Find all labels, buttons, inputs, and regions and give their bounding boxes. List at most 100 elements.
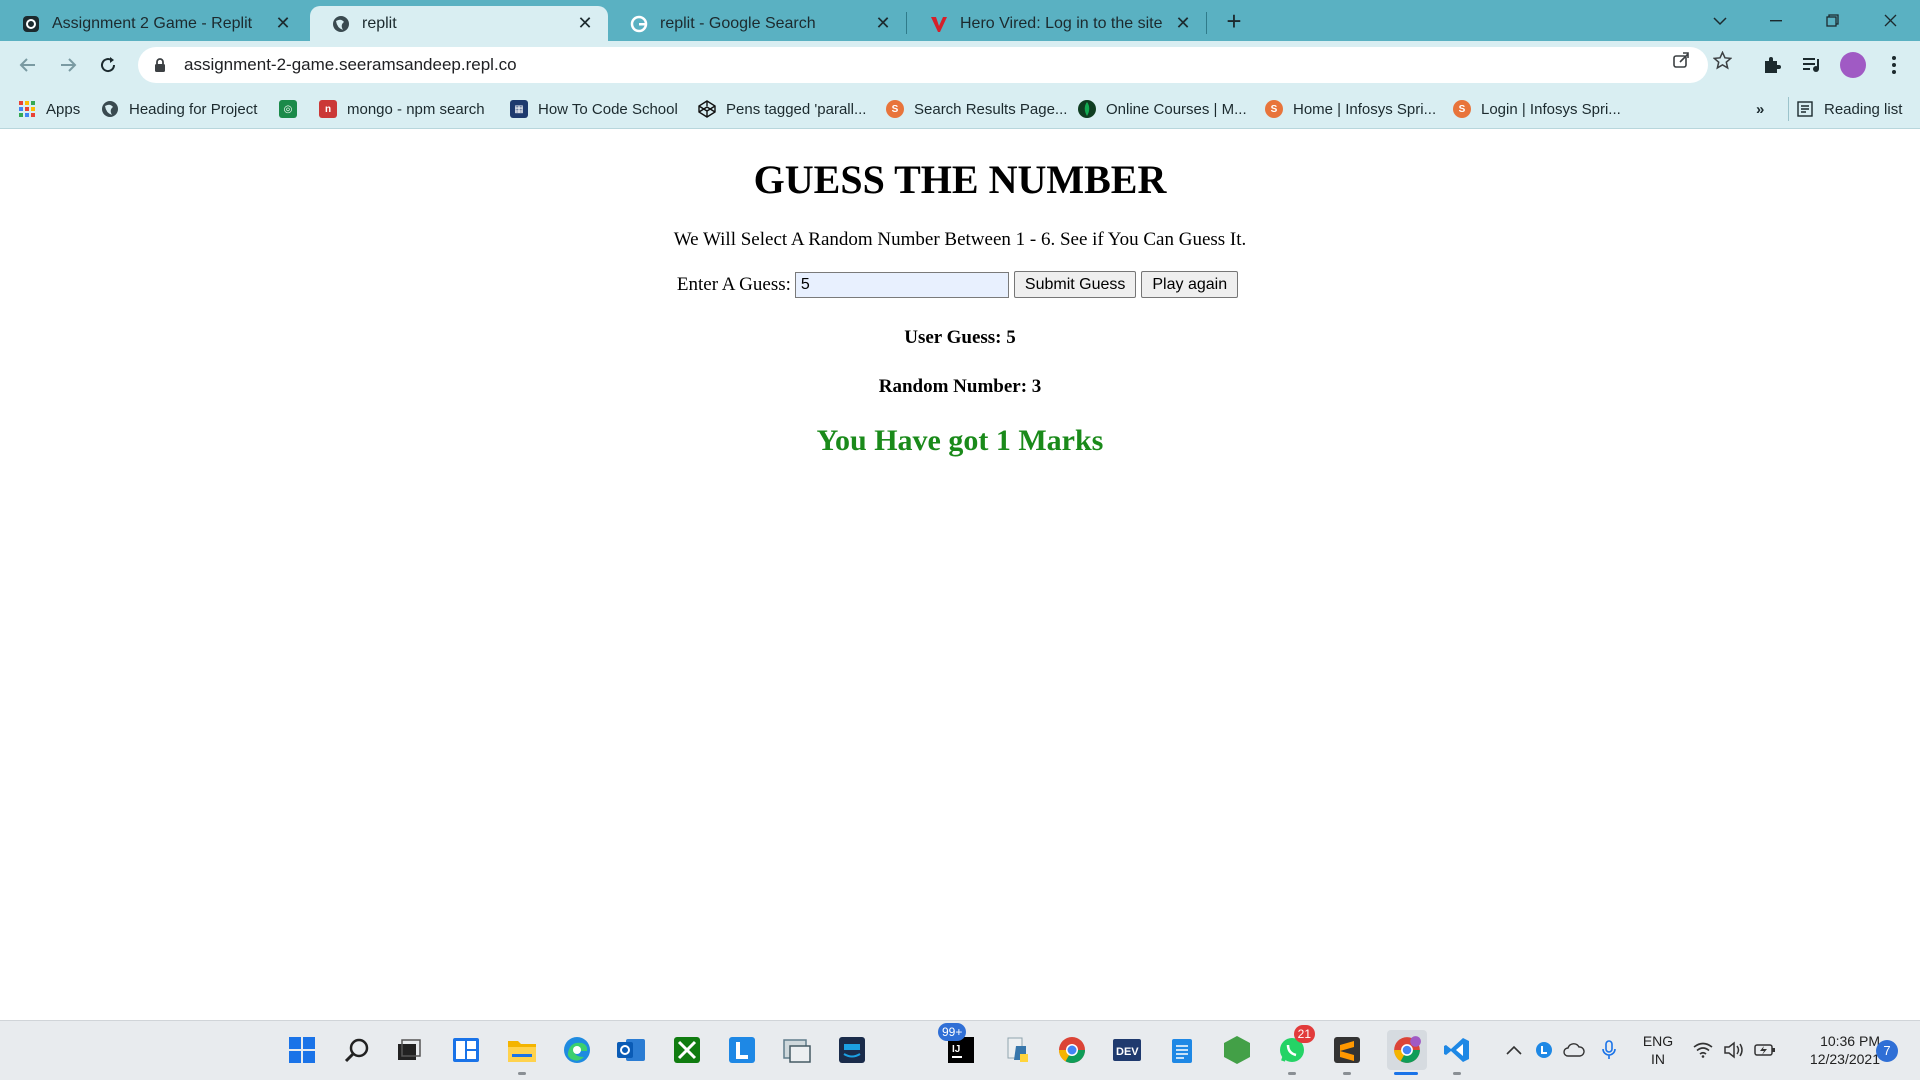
microphone-icon[interactable] bbox=[1598, 1039, 1620, 1061]
extensions-icon[interactable] bbox=[1760, 53, 1784, 77]
reload-icon[interactable] bbox=[92, 49, 124, 81]
outlook-icon[interactable] bbox=[616, 1035, 646, 1065]
npm-icon: n bbox=[319, 100, 337, 118]
media-control-icon[interactable] bbox=[1800, 53, 1824, 77]
file-explorer-icon[interactable] bbox=[507, 1035, 537, 1065]
tab-separator bbox=[906, 12, 907, 34]
google-icon bbox=[630, 15, 648, 33]
wifi-icon[interactable] bbox=[1692, 1039, 1714, 1061]
bookmark-online-courses[interactable]: Online Courses | M... bbox=[1078, 97, 1247, 121]
back-icon[interactable] bbox=[12, 49, 44, 81]
close-tab-icon[interactable]: ✕ bbox=[272, 13, 294, 35]
bookmarks-overflow-button[interactable]: » bbox=[1756, 97, 1764, 121]
notepad-icon[interactable] bbox=[1167, 1035, 1197, 1065]
battery-icon[interactable] bbox=[1754, 1039, 1776, 1061]
reading-list-button[interactable]: Reading list bbox=[1796, 97, 1902, 121]
mongodb-icon bbox=[1078, 100, 1096, 118]
notification-count-badge[interactable]: 7 bbox=[1876, 1040, 1898, 1062]
bookmark-login-infosys[interactable]: S Login | Infosys Spri... bbox=[1453, 97, 1621, 121]
whatsapp-icon[interactable]: 21 bbox=[1277, 1025, 1315, 1065]
tab-search-icon[interactable] bbox=[1692, 0, 1748, 41]
running-indicator bbox=[1453, 1072, 1461, 1075]
windows-taskbar: IJ 99+ DEV 21 ENG IN 10:36 PM 12/23/2021… bbox=[0, 1020, 1920, 1080]
profile-avatar[interactable] bbox=[1840, 52, 1866, 78]
l-tray-icon[interactable] bbox=[1533, 1039, 1555, 1061]
guess-input[interactable] bbox=[794, 271, 1009, 298]
page-content: GUESS THE NUMBER We Will Select A Random… bbox=[0, 130, 1920, 1020]
bookmark-heading-for-project[interactable]: Heading for Project bbox=[101, 97, 257, 121]
game-description: We Will Select A Random Number Between 1… bbox=[673, 229, 1247, 250]
node-icon[interactable] bbox=[1222, 1035, 1252, 1065]
replit-icon bbox=[22, 15, 40, 33]
chrome-icon[interactable] bbox=[1057, 1035, 1087, 1065]
minimize-icon[interactable] bbox=[1748, 0, 1804, 41]
bookmark-home-infosys[interactable]: S Home | Infosys Spri... bbox=[1265, 97, 1436, 121]
submit-guess-button[interactable]: Submit Guess bbox=[1013, 271, 1137, 298]
dev-icon[interactable]: DEV bbox=[1112, 1035, 1142, 1065]
running-indicator bbox=[1288, 1072, 1296, 1075]
sublime-icon[interactable] bbox=[1332, 1035, 1362, 1065]
tab-separator bbox=[1206, 12, 1207, 34]
infosys-icon: S bbox=[1453, 100, 1471, 118]
close-tab-icon[interactable]: ✕ bbox=[1172, 13, 1194, 35]
tab-hero-vired[interactable]: Hero Vired: Log in to the site ✕ bbox=[908, 6, 1206, 41]
clock[interactable]: 10:36 PM 12/23/2021 bbox=[1790, 1032, 1880, 1068]
page-title: GUESS THE NUMBER bbox=[753, 157, 1167, 202]
close-window-icon[interactable] bbox=[1862, 0, 1918, 41]
result-message: You Have got 1 Marks bbox=[816, 424, 1104, 457]
guess-form: Enter A Guess: Submit Guess Play again bbox=[0, 271, 1920, 298]
onedrive-icon[interactable] bbox=[1563, 1039, 1585, 1061]
clock-time: 10:36 PM bbox=[1820, 1033, 1880, 1049]
browser-toolbar: assignment-2-game.seeramsandeep.repl.co bbox=[0, 41, 1920, 89]
reading-list-icon bbox=[1796, 100, 1814, 118]
tab-strip: Assignment 2 Game - Replit ✕ replit ✕ re… bbox=[0, 0, 1920, 41]
user-guess-text: User Guess: 5 bbox=[904, 327, 1016, 348]
language-indicator[interactable]: ENG IN bbox=[1641, 1032, 1675, 1068]
tab-replit[interactable]: replit ✕ bbox=[310, 6, 608, 41]
bookmark-search-results[interactable]: S Search Results Page... bbox=[886, 97, 1067, 121]
vscode-icon[interactable] bbox=[1442, 1035, 1472, 1065]
bookmark-pens-tagged[interactable]: Pens tagged 'parall... bbox=[698, 97, 866, 121]
bookmark-apps[interactable]: Apps bbox=[18, 97, 80, 121]
bookmarks-divider bbox=[1788, 97, 1789, 121]
intellij-icon[interactable]: IJ 99+ bbox=[938, 1023, 976, 1065]
python-icon[interactable] bbox=[1003, 1035, 1033, 1065]
bookmark-green-app[interactable]: ◎ bbox=[279, 97, 307, 121]
chrome-profile-icon[interactable] bbox=[1387, 1030, 1427, 1070]
globe-icon bbox=[332, 15, 350, 33]
volume-icon[interactable] bbox=[1723, 1039, 1745, 1061]
windows-start-icon[interactable] bbox=[287, 1035, 317, 1065]
share-icon[interactable] bbox=[1671, 50, 1691, 70]
restore-icon[interactable] bbox=[1804, 0, 1860, 41]
whatsapp-badge: 21 bbox=[1293, 1025, 1315, 1043]
menu-kebab-icon[interactable] bbox=[1882, 53, 1906, 77]
url-text[interactable]: assignment-2-game.seeramsandeep.repl.co bbox=[184, 55, 517, 75]
search-icon[interactable] bbox=[342, 1035, 372, 1065]
new-tab-button[interactable]: + bbox=[1220, 8, 1248, 36]
svg-text:IJ: IJ bbox=[952, 1044, 960, 1055]
widgets-icon[interactable] bbox=[451, 1035, 481, 1065]
play-again-button[interactable]: Play again bbox=[1141, 271, 1239, 298]
bookmark-how-to-code-school[interactable]: ▦ How To Code School bbox=[510, 97, 678, 121]
edge-icon[interactable] bbox=[562, 1035, 592, 1065]
close-tab-icon[interactable]: ✕ bbox=[872, 13, 894, 35]
bookmark-star-icon[interactable] bbox=[1712, 50, 1732, 70]
green-app-icon: ◎ bbox=[279, 100, 297, 118]
school-icon: ▦ bbox=[510, 100, 528, 118]
lock-icon[interactable] bbox=[152, 57, 168, 73]
l-app-icon[interactable] bbox=[727, 1035, 757, 1065]
prime-video-icon[interactable] bbox=[837, 1035, 867, 1065]
close-tab-icon[interactable]: ✕ bbox=[574, 13, 596, 35]
herovired-icon bbox=[930, 15, 948, 33]
snipping-icon[interactable] bbox=[782, 1035, 812, 1065]
tab-assignment-game[interactable]: Assignment 2 Game - Replit ✕ bbox=[0, 6, 306, 41]
apps-grid-icon bbox=[18, 100, 36, 118]
task-view-icon[interactable] bbox=[394, 1035, 424, 1065]
xbox-icon[interactable] bbox=[672, 1035, 702, 1065]
chevron-up-icon[interactable] bbox=[1503, 1039, 1525, 1061]
tab-google-search[interactable]: replit - Google Search ✕ bbox=[608, 6, 906, 41]
forward-icon[interactable] bbox=[52, 49, 84, 81]
address-bar[interactable]: assignment-2-game.seeramsandeep.repl.co bbox=[138, 47, 1708, 83]
bookmark-mongo-npm[interactable]: n mongo - npm search bbox=[319, 97, 485, 121]
mail-badge: 99+ bbox=[938, 1023, 967, 1041]
